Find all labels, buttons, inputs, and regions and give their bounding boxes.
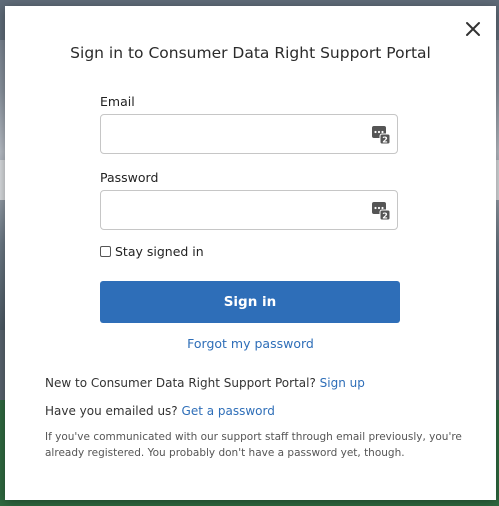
info-text: If you've communicated with our support …: [45, 431, 462, 459]
stay-signed-in-row[interactable]: Stay signed in: [100, 244, 204, 259]
stay-signed-in-checkbox[interactable]: [100, 246, 111, 257]
sign-up-link[interactable]: Sign up: [320, 376, 365, 390]
sign-in-button[interactable]: Sign in: [100, 281, 400, 323]
close-button[interactable]: [464, 20, 482, 38]
modal-title: Sign in to Consumer Data Right Support P…: [70, 44, 431, 62]
email-field[interactable]: [101, 115, 381, 153]
get-password-line: Have you emailed us? Get a password: [45, 404, 275, 418]
email-field-container: 2: [100, 114, 398, 154]
get-password-link[interactable]: Get a password: [182, 404, 275, 418]
password-manager-icon[interactable]: 2: [372, 202, 391, 221]
svg-text:2: 2: [382, 136, 388, 145]
signup-line: New to Consumer Data Right Support Porta…: [45, 376, 365, 390]
password-field[interactable]: [101, 191, 381, 229]
password-manager-icon[interactable]: 2: [372, 126, 391, 145]
stay-signed-in-label: Stay signed in: [115, 244, 204, 259]
password-field-container: 2: [100, 190, 398, 230]
close-icon: [466, 22, 480, 36]
forgot-password-link[interactable]: Forgot my password: [5, 336, 496, 351]
signin-modal: Sign in to Consumer Data Right Support P…: [5, 6, 496, 500]
password-label: Password: [100, 170, 159, 185]
email-label: Email: [100, 94, 135, 109]
new-to-portal-text: New to Consumer Data Right Support Porta…: [45, 376, 316, 390]
svg-text:2: 2: [382, 212, 388, 221]
emailed-us-text: Have you emailed us?: [45, 404, 178, 418]
